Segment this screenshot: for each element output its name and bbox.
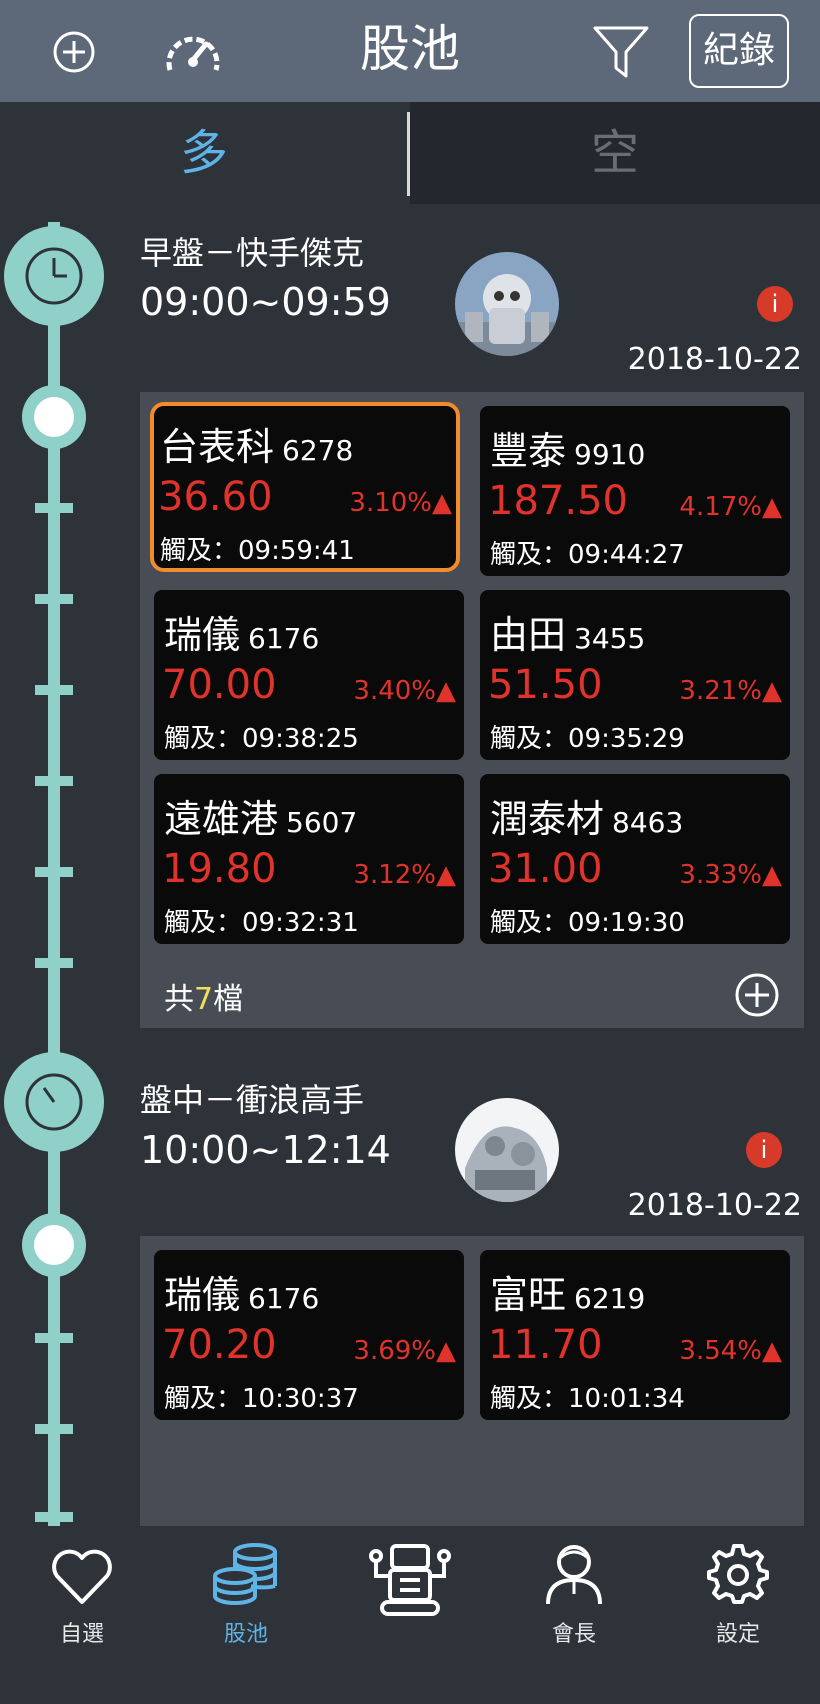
avatar[interactable] xyxy=(455,1098,559,1202)
stock-change: 4.17%▲ xyxy=(679,492,782,522)
stock-price: 11.70 xyxy=(488,1322,603,1368)
timeline-tick xyxy=(35,685,73,695)
avatar[interactable] xyxy=(455,252,559,356)
timeline-tick xyxy=(35,958,73,968)
stock-code: 5607 xyxy=(286,806,358,839)
stock-change: 3.40%▲ xyxy=(353,676,456,706)
stock-code: 3455 xyxy=(574,622,646,655)
stock-price: 70.20 xyxy=(162,1322,277,1368)
stock-count: 共7檔 xyxy=(164,982,244,1017)
stock-price: 51.50 xyxy=(488,662,603,708)
period-title: 盤中－衝浪高手 xyxy=(140,1081,365,1119)
stock-name: 台表科 6278 xyxy=(160,425,354,469)
period-date: 2018-10-22 xyxy=(627,342,802,377)
tab-short[interactable]: 空 xyxy=(410,102,820,204)
stock-change: 3.69%▲ xyxy=(353,1336,456,1366)
timeline-node xyxy=(22,1213,86,1277)
timeline-node xyxy=(22,385,86,449)
touch-time: 觸及：10:30:37 xyxy=(164,1384,359,1414)
tab-long[interactable]: 多 xyxy=(0,102,408,204)
stock-name: 潤泰材 8463 xyxy=(490,797,684,841)
stock-name: 富旺 6219 xyxy=(490,1273,646,1317)
timeline-tick xyxy=(35,776,73,786)
info-icon[interactable]: i xyxy=(757,286,793,322)
filter-icon[interactable] xyxy=(592,24,650,80)
period-time-range: 09:00~09:59 xyxy=(140,280,391,324)
stock-code: 9910 xyxy=(574,438,646,471)
touch-time: 觸及：09:44:27 xyxy=(490,540,685,570)
robot-icon xyxy=(369,1544,451,1616)
gear-icon xyxy=(707,1544,769,1604)
timeline-tick xyxy=(35,1512,73,1522)
timeline-tick xyxy=(35,1424,73,1434)
top-bar: 股池 紀錄 xyxy=(0,0,820,102)
stock-card[interactable]: 瑞儀 6176 70.00 3.40%▲ 觸及：09:38:25 xyxy=(154,590,464,760)
stock-card[interactable]: 豐泰 9910 187.50 4.17%▲ 觸及：09:44:27 xyxy=(480,406,790,576)
nav-stock-pool[interactable]: 股池 xyxy=(164,1526,328,1704)
stock-name: 瑞儀 6176 xyxy=(164,613,320,657)
touch-time: 觸及：09:32:31 xyxy=(164,908,359,938)
stock-card[interactable]: 富旺 6219 11.70 3.54%▲ 觸及：10:01:34 xyxy=(480,1250,790,1420)
stock-code: 8463 xyxy=(612,806,684,839)
nav-favorites[interactable]: 自選 xyxy=(0,1526,164,1704)
stock-price: 19.80 xyxy=(162,846,277,892)
person-icon xyxy=(546,1545,602,1605)
stock-price: 187.50 xyxy=(488,478,628,524)
heart-icon xyxy=(52,1549,112,1604)
touch-time: 觸及：09:38:25 xyxy=(164,724,359,754)
period-date: 2018-10-22 xyxy=(627,1188,802,1223)
nav-settings[interactable]: 設定 xyxy=(656,1526,820,1704)
stock-card[interactable]: 潤泰材 8463 31.00 3.33%▲ 觸及：09:19:30 xyxy=(480,774,790,944)
stock-panel: 台表科 6278 36.60 3.10%▲ 觸及：09:59:41 豐泰 9910 … xyxy=(140,392,804,1028)
add-circle-icon[interactable] xyxy=(734,972,780,1018)
stock-change: 3.21%▲ xyxy=(679,676,782,706)
stock-panel: 瑞儀 6176 70.20 3.69%▲ 觸及：10:30:37 富旺 6219 1… xyxy=(140,1236,804,1536)
stock-card[interactable]: 台表科 6278 36.60 3.10%▲ 觸及：09:59:41 xyxy=(150,402,460,572)
stock-change: 3.54%▲ xyxy=(679,1336,782,1366)
timeline-tick xyxy=(35,594,73,604)
stock-card[interactable]: 由田 3455 51.50 3.21%▲ 觸及：09:35:29 xyxy=(480,590,790,760)
record-button[interactable]: 紀錄 xyxy=(689,14,789,88)
stock-change: 3.33%▲ xyxy=(679,860,782,890)
stock-price: 70.00 xyxy=(162,662,277,708)
touch-time: 觸及：09:19:30 xyxy=(490,908,685,938)
period-title: 早盤－快手傑克 xyxy=(140,234,365,272)
stock-price: 31.00 xyxy=(488,846,603,892)
touch-time: 觸及：09:59:41 xyxy=(160,536,355,566)
stock-code: 6219 xyxy=(574,1282,646,1315)
timeline-tick xyxy=(35,867,73,877)
info-icon[interactable]: i xyxy=(746,1132,782,1168)
direction-tabs: 多 空 xyxy=(0,102,820,204)
clock-icon xyxy=(4,226,104,326)
stock-code: 6278 xyxy=(282,434,354,467)
stock-change: 3.12%▲ xyxy=(353,860,456,890)
coins-stack-icon xyxy=(213,1543,277,1605)
timeline-tick xyxy=(35,1333,73,1343)
nav-member[interactable]: 會長 xyxy=(492,1526,656,1704)
stock-code: 6176 xyxy=(248,622,320,655)
stock-change: 3.10%▲ xyxy=(349,488,452,518)
stock-name: 豐泰 9910 xyxy=(490,429,646,473)
period-time-range: 10:00~12:14 xyxy=(140,1128,391,1172)
stock-name: 遠雄港 5607 xyxy=(164,797,358,841)
nav-robot[interactable] xyxy=(328,1526,492,1704)
touch-time: 觸及：09:35:29 xyxy=(490,724,685,754)
stock-price: 36.60 xyxy=(158,474,273,520)
touch-time: 觸及：10:01:34 xyxy=(490,1384,685,1414)
stock-card[interactable]: 遠雄港 5607 19.80 3.12%▲ 觸及：09:32:31 xyxy=(154,774,464,944)
stock-code: 6176 xyxy=(248,1282,320,1315)
stock-card[interactable]: 瑞儀 6176 70.20 3.69%▲ 觸及：10:30:37 xyxy=(154,1250,464,1420)
clock-icon xyxy=(4,1052,104,1152)
stock-name: 瑞儀 6176 xyxy=(164,1273,320,1317)
bottom-nav: 自選 股池 會長 設定 xyxy=(0,1526,820,1704)
stock-name: 由田 3455 xyxy=(490,613,646,657)
timeline-tick xyxy=(35,503,73,513)
